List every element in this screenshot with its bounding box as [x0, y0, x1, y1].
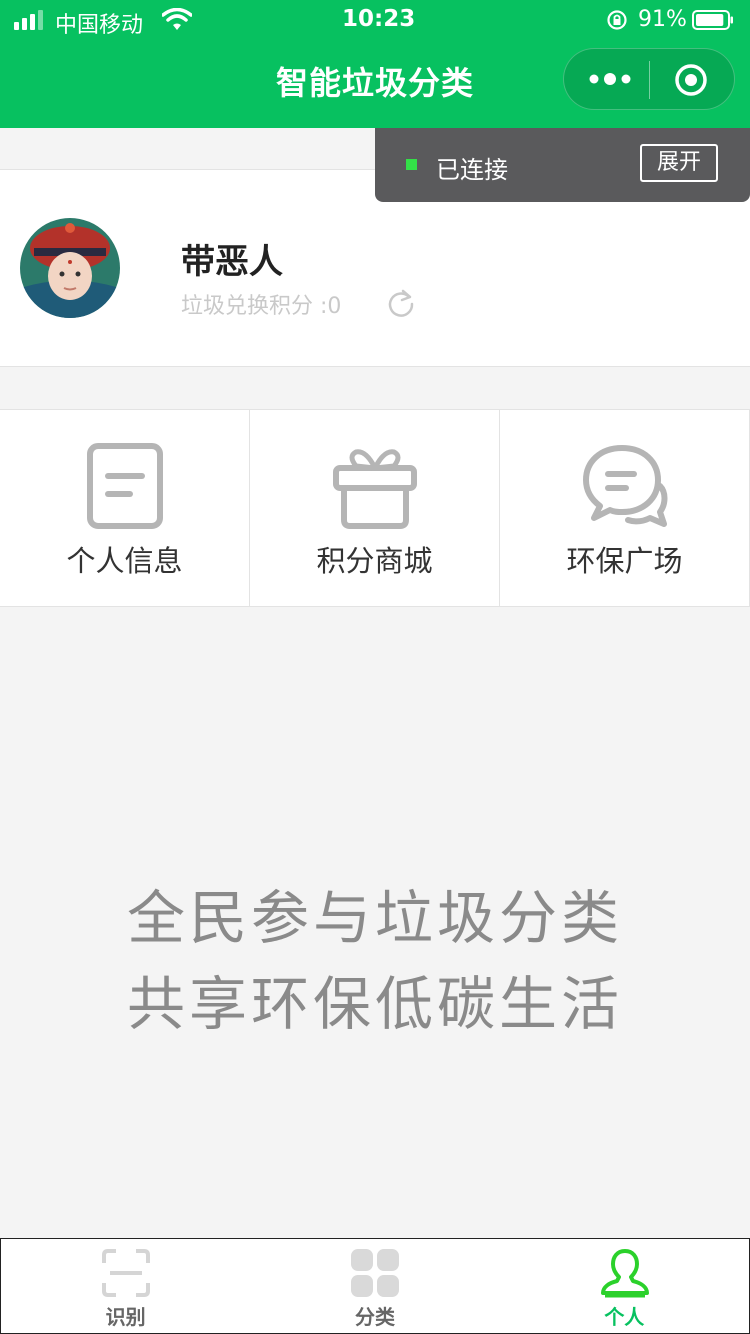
menu-capsule — [563, 48, 735, 110]
tab-profile[interactable]: 个人 — [500, 1239, 749, 1333]
expand-button[interactable]: 展开 — [640, 144, 718, 182]
slogan-line-2: 共享环保低碳生活 — [126, 970, 623, 1038]
person-icon — [600, 1249, 649, 1298]
status-bar: 中国移动 10:23 91% — [0, 0, 750, 40]
slogan-line-1: 全民参与垃圾分类 — [126, 884, 623, 952]
scan-icon — [102, 1249, 150, 1297]
connection-status-dot — [406, 159, 417, 170]
chat-bubbles-icon — [583, 445, 668, 527]
menu-item-label: 积分商城 — [316, 544, 433, 578]
carrier-name: 中国移动 — [55, 13, 144, 38]
menu-item-points-mall[interactable]: 积分商城 — [250, 410, 500, 606]
grid-icon — [351, 1249, 400, 1297]
menu-item-label: 环保广场 — [566, 544, 683, 578]
tab-label: 识别 — [105, 1305, 146, 1329]
avatar[interactable] — [20, 218, 120, 318]
connection-status-text: 已连接 — [436, 156, 508, 184]
tab-recognize[interactable]: 识别 — [1, 1239, 250, 1333]
avatar-image — [20, 218, 120, 318]
battery-icon — [692, 10, 733, 30]
battery-percent: 91% — [638, 7, 687, 32]
capsule-divider — [649, 61, 650, 99]
menu-item-personal-info[interactable]: 个人信息 — [0, 410, 250, 606]
points-text: 垃圾兑换积分 :0 — [181, 294, 342, 319]
top-bar: 中国移动 10:23 91% 智能垃圾分类 — [0, 0, 750, 128]
wifi-icon — [162, 8, 192, 30]
tab-bar: 识别 分类 个人 — [0, 1238, 750, 1334]
gift-icon — [333, 449, 417, 529]
signal-icon — [14, 10, 43, 30]
feature-menu: 个人信息 积分商城 环保广场 — [0, 409, 750, 607]
rotation-lock-icon — [607, 10, 627, 30]
tab-label: 个人 — [604, 1305, 645, 1329]
slogan: 全民参与垃圾分类 共享环保低碳生活 — [0, 875, 750, 1047]
connection-toast: 已连接 展开 — [375, 128, 750, 202]
menu-item-label: 个人信息 — [66, 544, 183, 578]
target-circle-icon[interactable] — [674, 63, 708, 97]
refresh-icon[interactable] — [386, 288, 416, 318]
tab-label: 分类 — [354, 1305, 395, 1329]
document-icon — [87, 443, 163, 529]
more-dots-icon[interactable] — [586, 67, 634, 91]
user-name: 带恶人 — [181, 242, 283, 282]
menu-item-eco-plaza[interactable]: 环保广场 — [500, 410, 750, 606]
clock: 10:23 — [342, 6, 416, 32]
tab-classify[interactable]: 分类 — [250, 1239, 499, 1333]
